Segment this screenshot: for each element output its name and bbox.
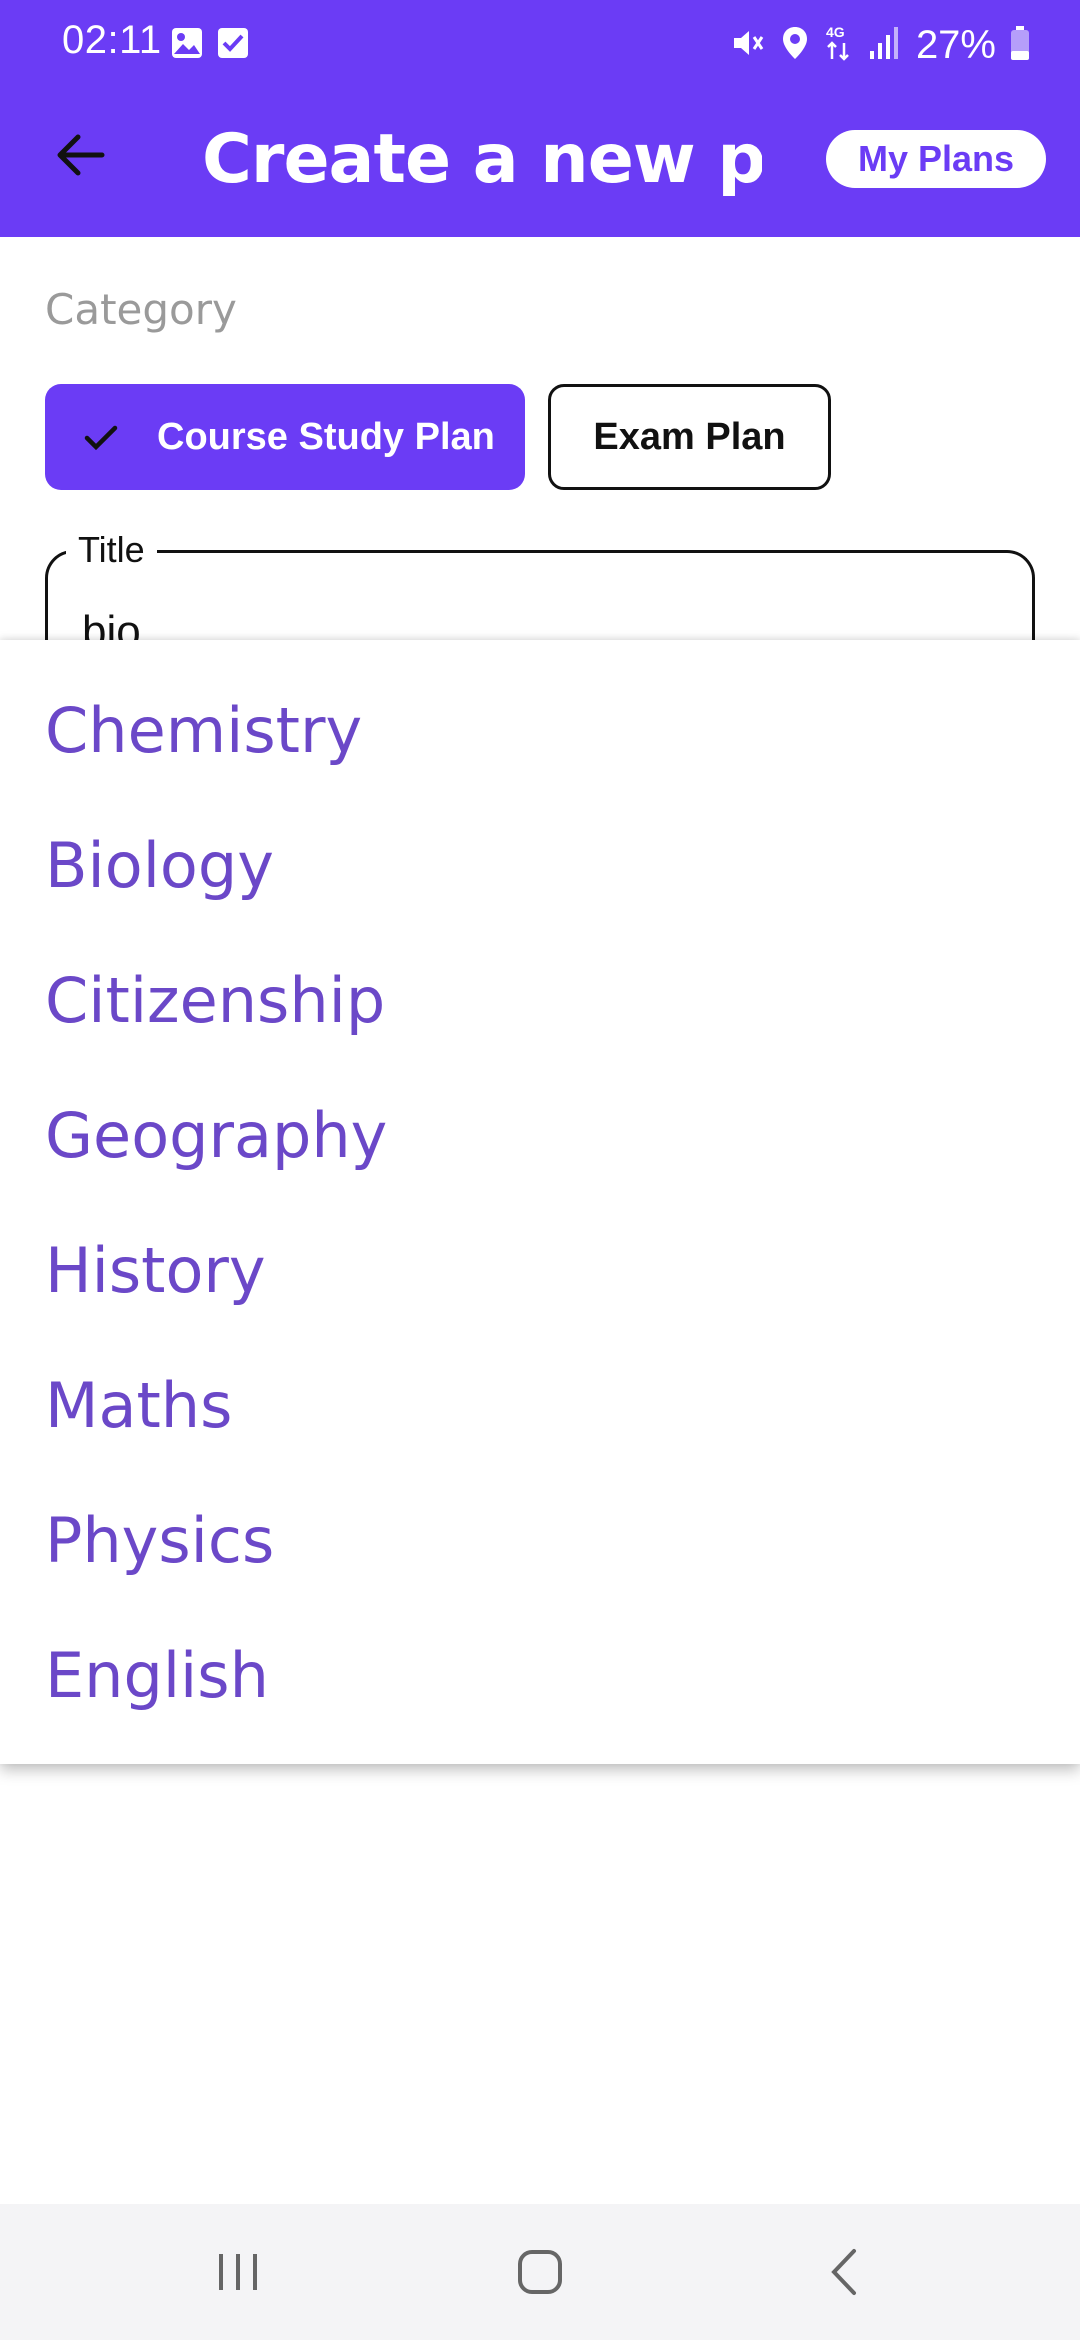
app-bar: Create a new pl... My Plans	[0, 90, 1080, 237]
recents-icon	[219, 2254, 257, 2290]
dropdown-option-english[interactable]: English	[45, 1608, 269, 1743]
title-field-label: Title	[66, 529, 157, 571]
home-icon	[518, 2250, 562, 2294]
back-button[interactable]	[45, 120, 115, 190]
chip-label: Course Study Plan	[157, 415, 495, 458]
status-icons: 4G 27%	[730, 18, 1030, 72]
signal-icon	[868, 25, 902, 66]
dropdown-option-biology[interactable]: Biology	[45, 798, 274, 933]
page-title: Create a new pl...	[202, 120, 762, 199]
chevron-left-icon	[831, 2249, 856, 2295]
exam-plan-chip[interactable]: Exam Plan	[548, 384, 831, 490]
battery-percent: 27%	[915, 22, 996, 67]
checkbox-notification-icon	[216, 26, 250, 65]
arrow-back-icon	[57, 134, 105, 176]
mute-icon	[730, 25, 766, 66]
dropdown-option-geography[interactable]: Geography	[45, 1068, 387, 1203]
app-header: 02:11 4G 27% Create a new p My Plans	[0, 0, 1080, 237]
chip-label: Exam Plan	[593, 415, 786, 458]
back-nav-button[interactable]	[804, 2242, 884, 2302]
status-time: 02:11	[62, 18, 162, 62]
dropdown-option-citizenship[interactable]: Citizenship	[45, 933, 385, 1068]
subject-dropdown: Chemistry Biology Citizenship Geography …	[0, 640, 1080, 1764]
home-button[interactable]	[500, 2242, 580, 2302]
my-plans-button[interactable]: My Plans	[826, 130, 1046, 188]
dropdown-option-physics[interactable]: Physics	[45, 1473, 274, 1608]
dropdown-option-history[interactable]: History	[45, 1203, 266, 1338]
check-icon	[81, 413, 129, 461]
network-4g-icon: 4G	[824, 23, 854, 68]
course-study-plan-chip[interactable]: Course Study Plan	[45, 384, 525, 490]
category-label: Category	[45, 285, 237, 334]
svg-text:4G: 4G	[826, 24, 845, 40]
gallery-notification-icon	[170, 26, 204, 65]
location-icon	[780, 25, 810, 66]
system-nav-bar	[0, 2204, 1080, 2340]
dropdown-option-maths[interactable]: Maths	[45, 1338, 232, 1473]
status-bar: 02:11 4G 27%	[0, 0, 1080, 90]
battery-icon	[1010, 25, 1030, 66]
recents-button[interactable]	[198, 2242, 278, 2302]
dropdown-option-chemistry[interactable]: Chemistry	[45, 663, 362, 798]
